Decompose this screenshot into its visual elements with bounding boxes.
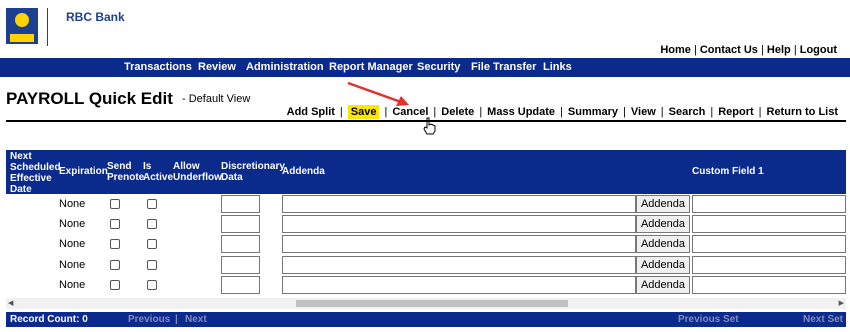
separator: | [560, 106, 563, 118]
expiration-value: None [59, 218, 86, 230]
table-row: None Addenda [6, 235, 846, 255]
record-count: Record Count: 0 [10, 314, 88, 325]
addenda-button[interactable]: Addenda [636, 276, 690, 294]
addenda-button[interactable]: Addenda [636, 215, 690, 233]
expiration-value: None [59, 259, 86, 271]
separator: | [758, 106, 762, 118]
separator: | [660, 106, 664, 118]
discretionary-data-input[interactable] [221, 276, 260, 294]
expiration-value: None [59, 238, 86, 250]
custom-field-1-input[interactable] [692, 235, 846, 253]
search-link[interactable]: Search [669, 106, 706, 118]
is-active-checkbox[interactable] [147, 260, 157, 270]
discretionary-data-input[interactable] [221, 235, 260, 253]
col-is-active: Is Active [143, 161, 174, 183]
return-to-list-link[interactable]: Return to List [767, 106, 839, 118]
delete-link[interactable]: Delete [441, 106, 474, 118]
is-active-checkbox[interactable] [147, 219, 157, 229]
table-row: None Addenda [6, 215, 846, 235]
addenda-button[interactable]: Addenda [636, 195, 690, 213]
logout-link[interactable]: Logout [800, 44, 837, 56]
next-set-link[interactable]: Next Set [803, 314, 843, 325]
top-links: Home | Contact Us | Help | Logout [660, 44, 837, 56]
nav-file-transfer[interactable]: File Transfer [471, 61, 536, 73]
help-link[interactable]: Help [767, 44, 791, 56]
separator: | [623, 106, 626, 118]
separator: | [339, 106, 343, 118]
col-expiration: Expiration [59, 166, 108, 177]
contact-us-link[interactable]: Contact Us [700, 44, 758, 56]
add-split-link[interactable]: Add Split [287, 106, 335, 118]
expiration-value: None [59, 198, 86, 210]
grid-header: Next Scheduled Effective Date Expiration… [6, 150, 846, 195]
main-nav: Transactions Review Administration Repor… [0, 58, 850, 77]
scroll-thumb[interactable] [296, 300, 568, 307]
nav-administration[interactable]: Administration [246, 61, 324, 73]
custom-field-1-input[interactable] [692, 195, 846, 213]
title-rule [6, 120, 846, 122]
addenda-input[interactable] [282, 256, 636, 274]
table-row: None Addenda [6, 195, 846, 215]
col-allow-underflow: Allow Underflow [173, 161, 222, 183]
send-prenote-checkbox[interactable] [110, 199, 120, 209]
next-link[interactable]: Next [185, 314, 207, 325]
previous-link[interactable]: Previous [128, 314, 170, 325]
send-prenote-checkbox[interactable] [110, 219, 120, 229]
separator: | [479, 106, 483, 118]
addenda-input[interactable] [282, 235, 636, 253]
expiration-value: None [59, 279, 86, 291]
addenda-button[interactable]: Addenda [636, 235, 690, 253]
bank-name: RBC Bank [66, 10, 125, 24]
discretionary-data-input[interactable] [221, 195, 260, 213]
nav-report-manager[interactable]: Report Manager [329, 61, 413, 73]
nav-security[interactable]: Security [417, 61, 460, 73]
col-custom-field-1: Custom Field 1 [692, 166, 764, 177]
col-discretionary-data: Discretionary Data [221, 161, 285, 183]
is-active-checkbox[interactable] [147, 239, 157, 249]
previous-set-link[interactable]: Previous Set [678, 314, 739, 325]
scroll-left-icon[interactable]: ◀ [8, 299, 13, 307]
discretionary-data-input[interactable] [221, 256, 260, 274]
addenda-input[interactable] [282, 276, 636, 294]
grid-footer: Record Count: 0 Previous | Next Previous… [6, 312, 846, 327]
page-subtitle: - Default View [182, 93, 251, 105]
horizontal-scrollbar[interactable]: ◀ ▶ [6, 298, 846, 309]
red-arrow-icon [347, 81, 409, 106]
separator: | [175, 314, 178, 325]
discretionary-data-input[interactable] [221, 215, 260, 233]
nav-review[interactable]: Review [198, 61, 236, 73]
view-link[interactable]: View [631, 106, 656, 118]
rbc-logo [6, 8, 38, 44]
scroll-right-icon[interactable]: ▶ [839, 299, 844, 307]
separator: | [710, 106, 714, 118]
table-row: None Addenda [6, 276, 846, 296]
custom-field-1-input[interactable] [692, 256, 846, 274]
col-addenda: Addenda [282, 166, 325, 177]
is-active-checkbox[interactable] [147, 199, 157, 209]
custom-field-1-input[interactable] [692, 276, 846, 294]
col-next-date: Next Scheduled Effective Date [10, 151, 61, 195]
report-link[interactable]: Report [718, 106, 753, 118]
nav-transactions[interactable]: Transactions [124, 61, 192, 73]
send-prenote-checkbox[interactable] [110, 260, 120, 270]
page-title: PAYROLL Quick Edit [6, 89, 173, 108]
is-active-checkbox[interactable] [147, 280, 157, 290]
table-row: None Addenda [6, 256, 846, 276]
custom-field-1-input[interactable] [692, 215, 846, 233]
logo-divider [47, 8, 48, 46]
home-link[interactable]: Home [660, 44, 691, 56]
addenda-input[interactable] [282, 195, 636, 213]
addenda-input[interactable] [282, 215, 636, 233]
separator: | [693, 44, 697, 56]
addenda-button[interactable]: Addenda [636, 256, 690, 274]
send-prenote-checkbox[interactable] [110, 239, 120, 249]
mass-update-link[interactable]: Mass Update [487, 106, 555, 118]
nav-links[interactable]: Links [543, 61, 572, 73]
col-send-prenote: Send Prenote [107, 161, 145, 183]
separator: | [760, 44, 764, 56]
separator: | [793, 44, 797, 56]
summary-link[interactable]: Summary [568, 106, 618, 118]
send-prenote-checkbox[interactable] [110, 280, 120, 290]
